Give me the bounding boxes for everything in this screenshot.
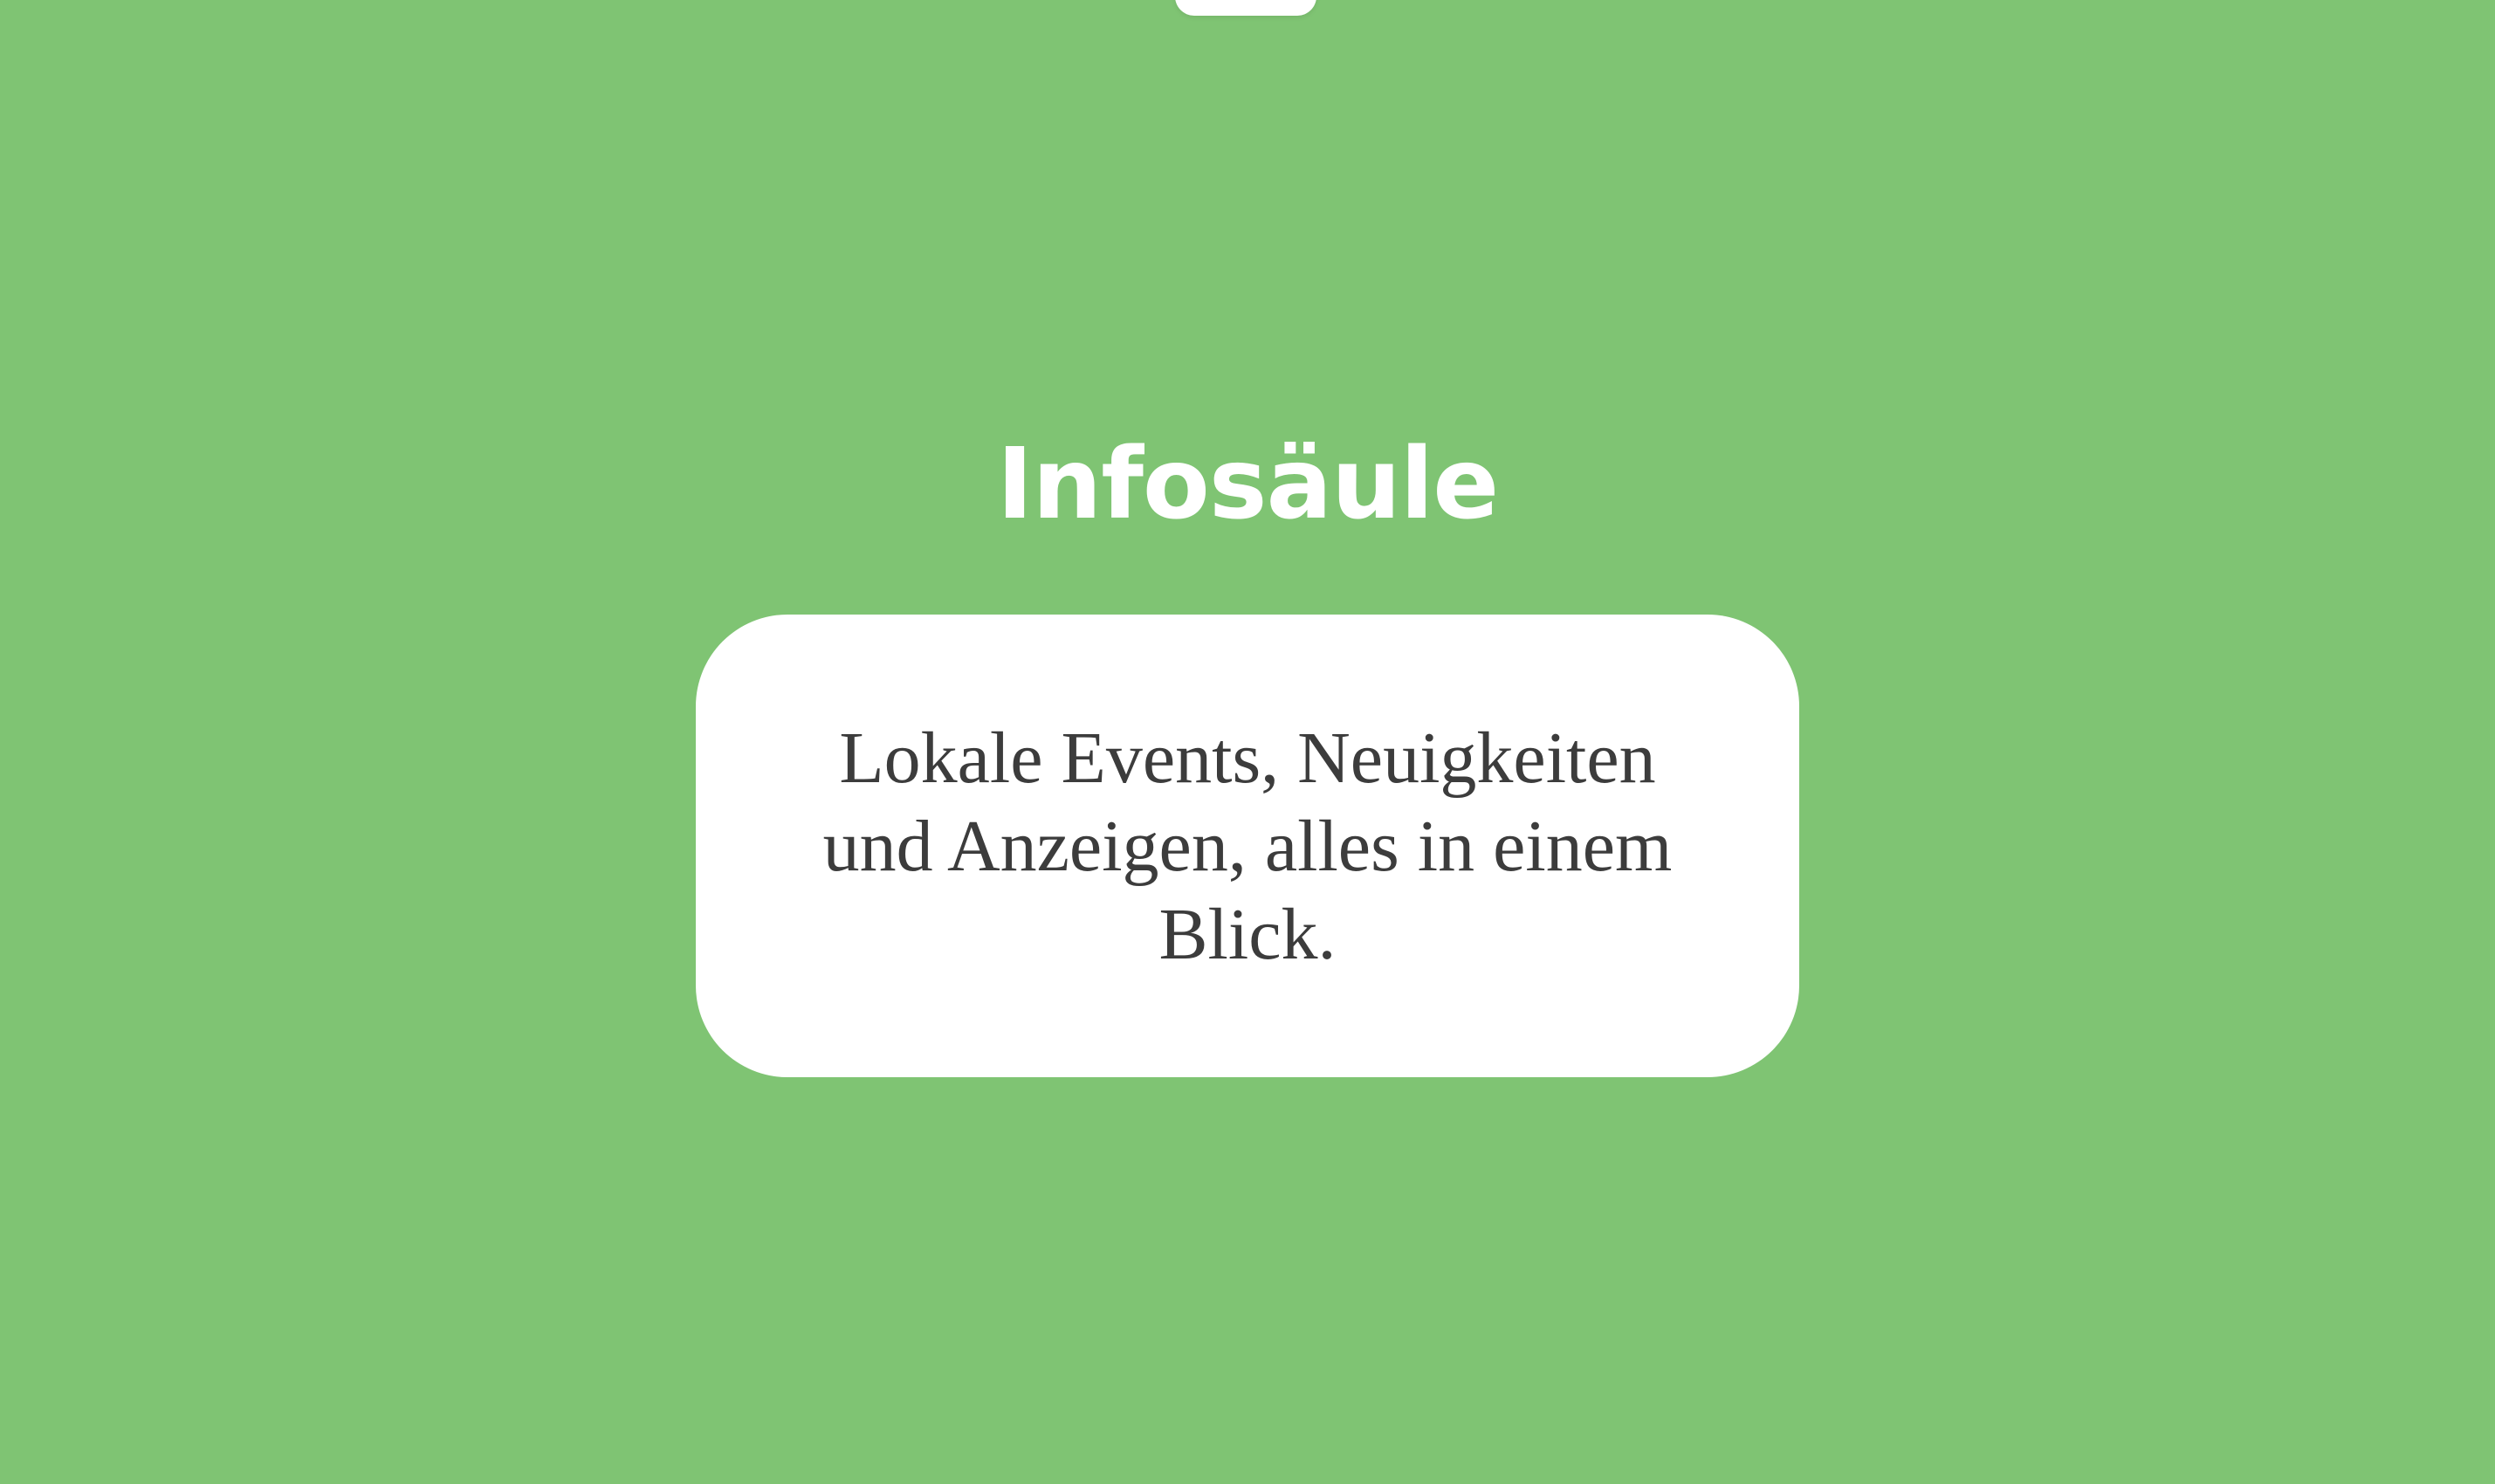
page-title: Infosäule — [996, 428, 1499, 541]
top-pull-tab[interactable] — [1175, 0, 1316, 16]
info-card-text: Lokale Events, Neuigkeiten und Anzeigen,… — [822, 717, 1673, 975]
info-card: Lokale Events, Neuigkeiten und Anzeigen,… — [696, 615, 1799, 1077]
